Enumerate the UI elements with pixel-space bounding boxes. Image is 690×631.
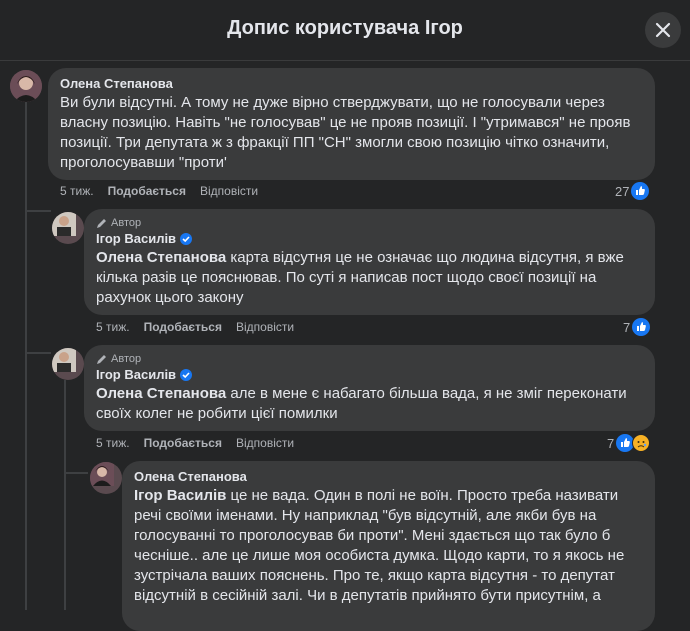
thread-connector — [64, 472, 88, 474]
badge-label: Автор — [111, 353, 142, 365]
comment-bubble: Олена Степанова Ви були відсутні. А тому… — [48, 68, 655, 180]
reaction-number: 7 — [623, 319, 631, 335]
comment-author[interactable]: Олена Степанова — [134, 469, 643, 484]
comment-author[interactable]: Ігор Василів — [96, 367, 176, 382]
author-badge: Автор — [96, 217, 643, 229]
comment-time[interactable]: 5 тиж. — [96, 320, 130, 334]
author-badge: Автор — [96, 353, 643, 365]
mention-link[interactable]: Ігор Василів — [134, 487, 226, 504]
dialog-header: Допис користувача Ігор — [0, 0, 690, 61]
like-icon — [631, 182, 650, 200]
avatar[interactable] — [10, 70, 42, 102]
comment-bubble: Автор Ігор Василів Олена Степанова карта… — [84, 209, 655, 315]
comment-bubble: Автор Ігор Василів Олена Степанова але в… — [84, 345, 655, 431]
avatar[interactable] — [52, 212, 84, 244]
comment-actions: 5 тиж. Подобається Відповісти — [60, 184, 258, 198]
thread-line — [25, 102, 27, 610]
mention-link[interactable]: Олена Степанова — [96, 385, 226, 402]
reaction-number: 27 — [615, 183, 630, 199]
thread-connector — [25, 352, 51, 354]
comment-text: Олена Степанова але в мене є набагато бі… — [96, 385, 627, 422]
comment-author[interactable]: Ігор Василів — [96, 231, 176, 246]
comment-bubble: Олена Степанова Ігор Василів це не вада.… — [122, 461, 655, 631]
avatar[interactable] — [52, 348, 84, 380]
sad-icon — [632, 434, 651, 452]
avatar[interactable] — [90, 462, 122, 494]
reaction-count[interactable]: 7 — [607, 434, 651, 452]
comment-text: Ви були відсутні. А тому не дуже вірно с… — [60, 94, 631, 171]
dialog-title: Допис користувача Ігор — [227, 17, 463, 39]
comment-actions: 5 тиж. Подобається Відповісти — [96, 320, 294, 334]
reaction-number: 7 — [607, 435, 615, 451]
like-link[interactable]: Подобається — [144, 320, 222, 334]
close-icon — [655, 22, 671, 38]
reaction-count[interactable]: 7 — [623, 318, 651, 336]
close-button[interactable] — [645, 12, 681, 48]
reaction-count[interactable]: 27 — [615, 182, 650, 200]
like-link[interactable]: Подобається — [108, 184, 186, 198]
reply-link[interactable]: Відповісти — [236, 320, 294, 334]
thread-connector — [25, 210, 51, 212]
verified-icon — [180, 368, 193, 381]
thread-line — [64, 380, 66, 610]
badge-label: Автор — [111, 217, 142, 229]
reply-link[interactable]: Відповісти — [200, 184, 258, 198]
pencil-icon — [97, 218, 106, 228]
comment-time[interactable]: 5 тиж. — [60, 184, 94, 198]
like-link[interactable]: Подобається — [144, 436, 222, 450]
comment-author[interactable]: Олена Степанова — [60, 76, 643, 91]
comment-text: Олена Степанова карта відсутня це не озн… — [96, 249, 624, 306]
comment-time[interactable]: 5 тиж. — [96, 436, 130, 450]
reply-link[interactable]: Відповісти — [236, 436, 294, 450]
like-icon — [632, 318, 651, 336]
pencil-icon — [97, 354, 106, 364]
verified-icon — [180, 232, 193, 245]
comment-text: Ігор Василів це не вада. Один в полі не … — [134, 487, 625, 604]
comment-actions: 5 тиж. Подобається Відповісти — [96, 436, 294, 450]
mention-link[interactable]: Олена Степанова — [96, 249, 226, 266]
